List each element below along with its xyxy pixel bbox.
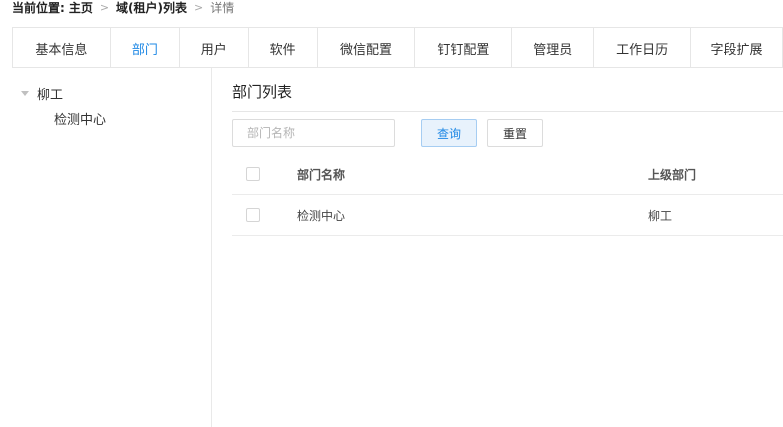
tree-node-label: 检测中心 [54,113,107,128]
tab-departments[interactable]: 部门 [111,28,180,68]
chevron-right-icon: > [194,0,204,14]
page-title: 部门列表 [232,83,293,101]
department-table: 部门名称 上级部门 检测中心 柳工 [232,154,783,236]
tab-bar: 基本信息 部门 用户 软件 微信配置 钉钉配置 管理员 工作日历 字段扩展 [12,27,783,68]
divider [232,111,783,112]
tab-wechat-config[interactable]: 微信配置 [318,28,416,68]
cell-department-name: 检测中心 [297,208,346,223]
tree-node-child[interactable]: 检测中心 [54,109,106,128]
breadcrumb-current: 详情 [210,0,235,15]
cell-parent-department: 柳工 [648,208,673,223]
tab-admins[interactable]: 管理员 [512,28,595,68]
caret-down-icon[interactable] [21,91,29,96]
tab-work-calendar[interactable]: 工作日历 [594,28,692,68]
breadcrumb-home-link[interactable]: 主页 [69,0,93,16]
column-header-name: 部门名称 [297,167,346,182]
department-tree: 柳工 检测中心 [0,68,212,427]
tab-users[interactable]: 用户 [180,28,249,68]
select-all-checkbox[interactable] [246,167,260,181]
tree-node-label: 柳工 [37,88,64,103]
row-checkbox[interactable] [246,208,260,222]
department-name-search-input[interactable] [232,119,395,147]
tab-dingtalk-config[interactable]: 钉钉配置 [415,28,513,68]
column-header-parent: 上级部门 [648,167,697,182]
reset-button[interactable]: 重置 [487,119,543,147]
table-header-row: 部门名称 上级部门 [232,154,783,195]
breadcrumb: 当前位置: 主页 > 域(租户)列表 > 详情 [12,0,234,15]
query-button[interactable]: 查询 [421,119,477,147]
tab-software[interactable]: 软件 [249,28,318,68]
breadcrumb-domain-list-link[interactable]: 域(租户)列表 [116,0,187,16]
tab-basic-info[interactable]: 基本信息 [13,28,111,68]
chevron-right-icon: > [99,0,110,14]
breadcrumb-label: 当前位置: [12,0,65,15]
table-row[interactable]: 检测中心 柳工 [232,195,783,236]
tree-node-root[interactable]: 柳工 [21,84,63,103]
tab-field-extension[interactable]: 字段扩展 [691,28,783,68]
